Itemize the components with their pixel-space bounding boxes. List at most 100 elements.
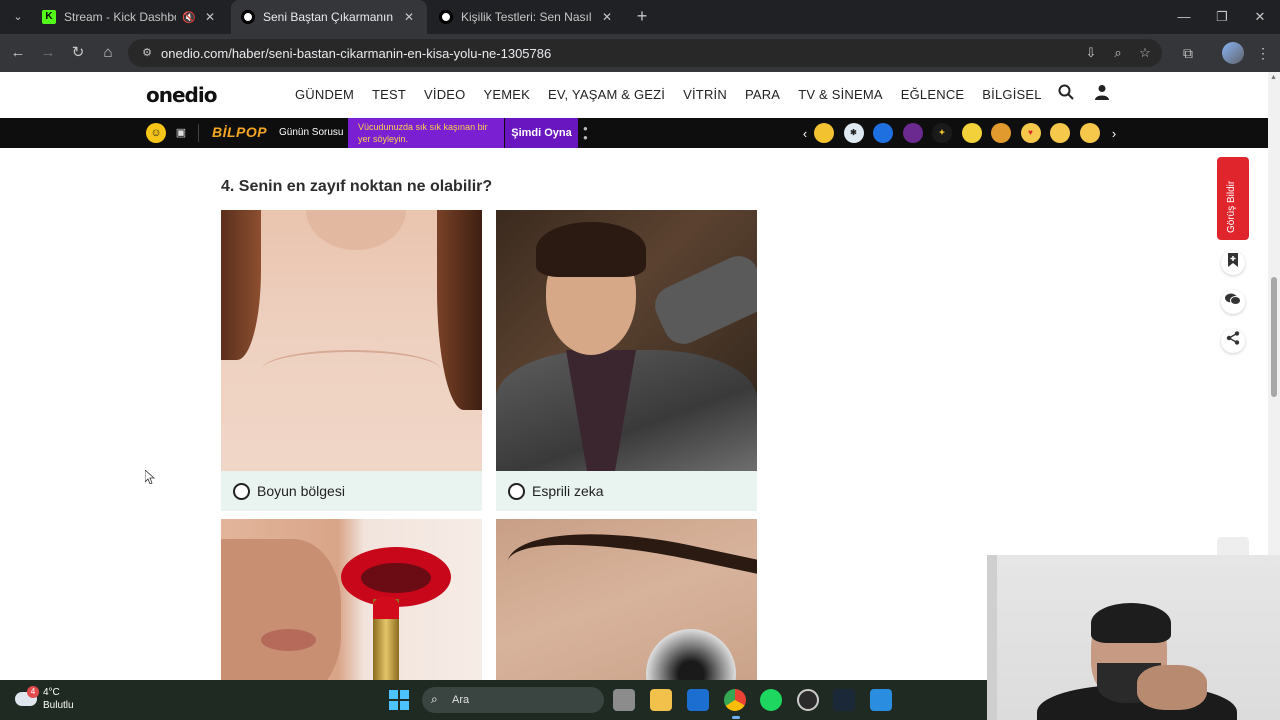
site-info-icon[interactable]: ⚙ <box>138 44 156 62</box>
restore-icon[interactable]: ❐ <box>1210 6 1234 28</box>
onedio-logo[interactable]: onedio <box>146 83 217 107</box>
outlook-icon[interactable] <box>687 689 709 711</box>
spotify-icon[interactable] <box>760 689 782 711</box>
site-header: onedio GÜNDEM TEST VİDEO YEMEK EV, YAŞAM… <box>0 72 1268 118</box>
windows-taskbar: 4 4°C Bulutlu ⌕ Ara <box>0 680 987 720</box>
scroll-to-top-button[interactable] <box>1217 537 1249 557</box>
game-badge-icon[interactable]: ✦ <box>932 123 952 143</box>
menu-kebab-icon[interactable]: ⋮ <box>1252 42 1274 64</box>
option-footer[interactable]: Boyun bölgesi <box>221 471 482 511</box>
cookie-emoji-icon[interactable] <box>991 123 1011 143</box>
weather-badge: 4 <box>27 686 39 698</box>
answer-option-eyes[interactable] <box>496 519 757 680</box>
nav-video[interactable]: VİDEO <box>424 87 465 102</box>
main-nav: GÜNDEM TEST VİDEO YEMEK EV, YAŞAM & GEZİ… <box>295 87 1060 102</box>
profile-avatar[interactable] <box>1222 42 1244 64</box>
smiley-icon[interactable]: ☺ <box>146 123 166 143</box>
nav-bilgisel[interactable]: BİLGİSEL <box>982 87 1041 102</box>
windows-start-icon[interactable] <box>389 690 409 710</box>
webcam-overlay <box>987 555 1280 720</box>
nav-gundem[interactable]: GÜNDEM <box>295 87 354 102</box>
option-label: Esprili zeka <box>532 483 604 499</box>
answer-option-lips[interactable] <box>221 519 482 680</box>
crying-emoji-icon[interactable] <box>1050 123 1070 143</box>
user-icon[interactable] <box>1091 84 1113 106</box>
close-tab-icon[interactable]: ✕ <box>202 10 218 24</box>
chevron-left-icon[interactable]: ‹ <box>800 126 810 141</box>
zoom-icon[interactable]: ⌕ <box>1109 44 1127 62</box>
task-view-icon[interactable] <box>613 689 635 711</box>
lipstick-image[interactable] <box>221 519 482 680</box>
chevron-right-icon[interactable]: › <box>1109 126 1119 141</box>
tab-personality-tests[interactable]: Kişilik Testleri: Sen Nasıl Birisin? ✕ <box>429 0 625 34</box>
minimize-icon[interactable]: — <box>1172 6 1196 28</box>
chrome-icon[interactable] <box>724 689 746 711</box>
nav-tv-sinema[interactable]: TV & SİNEMA <box>798 87 883 102</box>
reaction-icon[interactable] <box>814 123 834 143</box>
gamepad-icon[interactable]: ▣ <box>174 126 188 140</box>
mouse-cursor-icon <box>145 470 155 484</box>
bilpop-logo[interactable]: BİLPOP <box>212 124 267 140</box>
weather-widget[interactable]: 4 4°C Bulutlu <box>15 686 85 714</box>
steam-icon[interactable] <box>833 689 855 711</box>
sunglasses-emoji-icon[interactable] <box>961 123 982 143</box>
nav-vitrin[interactable]: VİTRİN <box>683 87 727 102</box>
nav-eglence[interactable]: EĞLENCE <box>901 87 965 102</box>
radio-button[interactable] <box>233 483 250 500</box>
comments-icon[interactable] <box>1221 290 1245 314</box>
tab-kick-dashboard[interactable]: K Stream - Kick Dashboard 🔇 ✕ <box>32 0 228 34</box>
reload-icon[interactable]: ↻ <box>67 42 89 64</box>
divider <box>198 124 199 142</box>
home-icon[interactable]: ⌂ <box>97 42 119 64</box>
browser-tab-bar: ⌄ K Stream - Kick Dashboard 🔇 ✕ Seni Baş… <box>0 0 1280 34</box>
bookmark-star-icon[interactable]: ☆ <box>1136 44 1154 62</box>
feedback-button[interactable]: Görüş Bildir <box>1217 157 1249 240</box>
extensions-icon[interactable]: ⧉ <box>1177 42 1199 64</box>
photos-icon[interactable] <box>870 689 892 711</box>
taskbar-search-box[interactable]: ⌕ Ara <box>422 687 604 713</box>
forward-icon[interactable]: → <box>37 42 59 64</box>
feedback-label: Görüş Bildir <box>1226 180 1237 233</box>
nav-test[interactable]: TEST <box>372 87 406 102</box>
smile-emoji-icon[interactable] <box>1079 123 1100 143</box>
daily-question-label: Günün Sorusu <box>279 127 344 138</box>
file-explorer-icon[interactable] <box>650 689 672 711</box>
radio-button[interactable] <box>508 483 525 500</box>
close-tab-icon[interactable]: ✕ <box>401 10 417 24</box>
play-now-button[interactable]: Şimdi Oyna <box>505 118 578 148</box>
close-tab-icon[interactable]: ✕ <box>599 10 615 24</box>
search-icon[interactable] <box>1055 84 1077 106</box>
back-icon[interactable]: ← <box>7 42 29 64</box>
tab-search-dropdown-icon[interactable]: ⌄ <box>8 7 28 27</box>
nav-ev-yasam-gezi[interactable]: EV, YAŞAM & GEZİ <box>548 87 665 102</box>
neck-image[interactable] <box>221 210 482 471</box>
tab-active-article[interactable]: Seni Baştan Çıkarmanın En Kısa ✕ <box>231 0 427 34</box>
answer-option-neck[interactable]: Boyun bölgesi <box>221 210 482 511</box>
man-photo-image[interactable] <box>496 210 757 471</box>
new-tab-icon[interactable]: + <box>632 7 652 27</box>
snowflake-icon[interactable]: ✱ <box>843 123 864 143</box>
eyelash-image[interactable] <box>496 519 757 680</box>
scroll-thumb[interactable] <box>1271 277 1277 397</box>
bookmark-add-icon[interactable] <box>1221 251 1245 275</box>
scroll-up-arrow-icon[interactable]: ▲ <box>1270 74 1277 81</box>
bilpop-badge-icon[interactable] <box>902 123 923 143</box>
nav-para[interactable]: PARA <box>745 87 780 102</box>
daily-question-text[interactable]: Vücudunuzda sık sık kaşınan bir yer söyl… <box>348 118 504 148</box>
obs-icon[interactable] <box>797 689 819 711</box>
close-window-icon[interactable]: ✕ <box>1248 6 1272 28</box>
url-text[interactable]: onedio.com/haber/seni-bastan-cikarmanin-… <box>161 46 551 61</box>
address-bar[interactable]: ⚙ onedio.com/haber/seni-bastan-cikarmani… <box>128 39 1162 67</box>
carousel-dots-icon[interactable]: ● ● <box>583 124 589 142</box>
install-app-icon[interactable]: ⇩ <box>1082 44 1100 62</box>
muted-audio-icon[interactable]: 🔇 <box>182 11 196 24</box>
heart-eyes-emoji-icon[interactable]: ♥ <box>1020 123 1041 143</box>
kick-icon: K <box>42 10 56 24</box>
brand-badge-icon[interactable] <box>873 123 893 143</box>
option-footer[interactable]: Esprili zeka <box>496 471 757 511</box>
answer-option-wit[interactable]: Esprili zeka <box>496 210 757 511</box>
weather-desc: Bulutlu <box>43 700 74 711</box>
search-icon: ⌕ <box>431 692 438 706</box>
share-icon[interactable] <box>1221 329 1245 353</box>
nav-yemek[interactable]: YEMEK <box>483 87 530 102</box>
